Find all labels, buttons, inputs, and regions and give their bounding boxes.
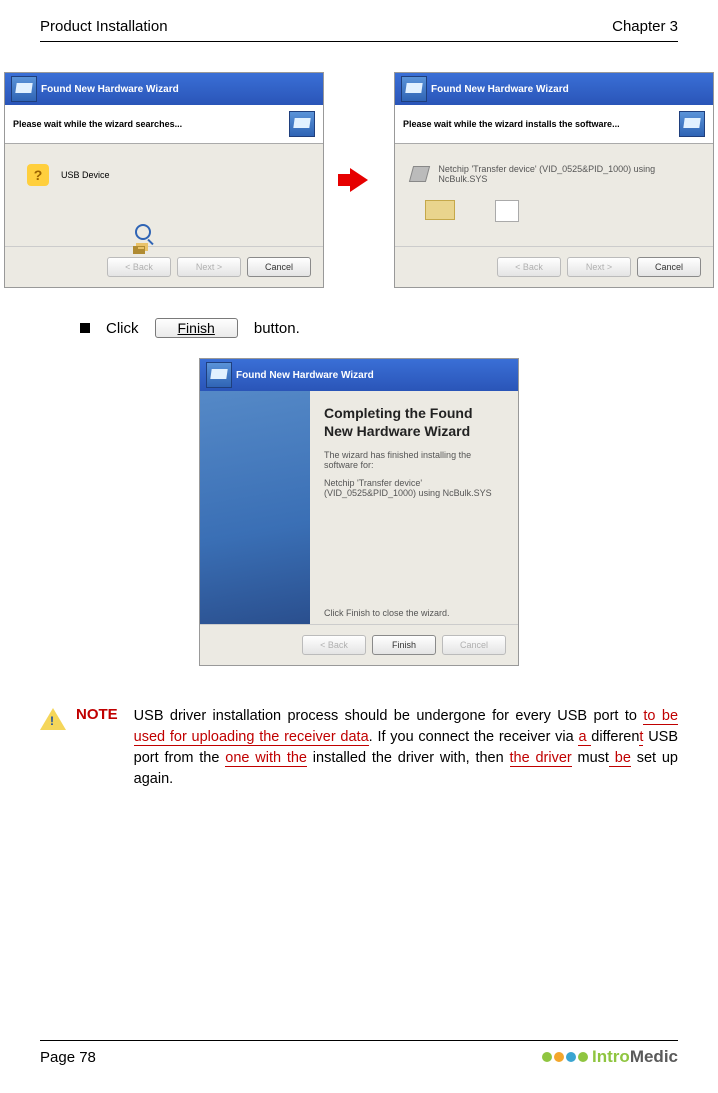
device-icon — [409, 166, 431, 182]
back-button[interactable]: < Back — [302, 635, 366, 655]
titlebar-complete: Found New Hardware Wizard — [200, 359, 518, 391]
warning-icon — [40, 708, 66, 730]
hardware-icon — [289, 111, 315, 137]
complete-device: Netchip 'Transfer device' (VID_0525&PID_… — [324, 478, 504, 498]
header-left: Product Installation — [40, 18, 168, 35]
hardware-icon — [679, 111, 705, 137]
titlebar-install: Found New Hardware Wizard — [395, 73, 713, 105]
subbar-install-text: Please wait while the wizard installs th… — [403, 119, 620, 129]
finish-inline-button[interactable]: Finish — [155, 318, 238, 338]
header-right: Chapter 3 — [612, 18, 678, 35]
next-button[interactable]: Next > — [567, 257, 631, 277]
subbar-search-text: Please wait while the wizard searches... — [13, 119, 182, 129]
progress-dest-icon — [495, 200, 519, 222]
logo-dot-icon — [578, 1052, 588, 1062]
logo-dot-icon — [542, 1052, 552, 1062]
complete-heading: Completing the Found New Hardware Wizard — [324, 405, 504, 440]
cancel-button[interactable]: Cancel — [442, 635, 506, 655]
question-icon: ? — [27, 164, 49, 186]
page-number: Page 78 — [40, 1049, 96, 1066]
titlebar-complete-text: Found New Hardware Wizard — [236, 370, 374, 381]
note-red-4: one with the — [225, 750, 307, 767]
hardware-icon — [11, 76, 37, 102]
wizard-complete-dialog: Found New Hardware Wizard Completing the… — [199, 358, 519, 666]
logo-dot-icon — [554, 1052, 564, 1062]
subbar-search: Please wait while the wizard searches... — [5, 105, 323, 144]
titlebar-search-text: Found New Hardware Wizard — [41, 84, 179, 95]
arrow-right-icon — [350, 168, 368, 192]
logo-text: IntroMedic — [592, 1047, 678, 1067]
note-red-6: be — [609, 750, 631, 767]
search-icon — [135, 224, 155, 248]
wizard-install-dialog: Found New Hardware Wizard Please wait wh… — [394, 72, 714, 288]
wizard-sidebar-art — [200, 391, 310, 624]
intromedic-logo: IntroMedic — [542, 1047, 678, 1067]
finish-button[interactable]: Finish — [372, 635, 436, 655]
usb-device-label: USB Device — [61, 170, 110, 180]
bullet-marker — [80, 323, 90, 333]
next-button[interactable]: Next > — [177, 257, 241, 277]
cancel-button[interactable]: Cancel — [247, 257, 311, 277]
progress-area — [425, 200, 519, 222]
finish-inline-label: Finish — [178, 320, 215, 336]
back-button[interactable]: < Back — [497, 257, 561, 277]
device-name-text: Netchip 'Transfer device' (VID_0525&PID_… — [438, 164, 697, 184]
titlebar-install-text: Found New Hardware Wizard — [431, 84, 569, 95]
wizard-search-dialog: Found New Hardware Wizard Please wait wh… — [4, 72, 324, 288]
hardware-icon — [401, 76, 427, 102]
hardware-icon — [206, 362, 232, 388]
progress-source-icon — [425, 200, 455, 220]
complete-line1: The wizard has finished installing the s… — [324, 450, 504, 470]
button-word: button. — [254, 320, 300, 337]
note-red-5: the driver — [510, 750, 572, 767]
click-word: Click — [106, 320, 139, 337]
note-text: USB driver installation process should b… — [134, 706, 678, 790]
note-label: NOTE — [76, 706, 118, 790]
complete-close-text: Click Finish to close the wizard. — [324, 608, 504, 618]
subbar-install: Please wait while the wizard installs th… — [395, 105, 713, 144]
back-button[interactable]: < Back — [107, 257, 171, 277]
logo-dot-icon — [566, 1052, 576, 1062]
note-red-2: a — [578, 729, 591, 746]
titlebar-search: Found New Hardware Wizard — [5, 73, 323, 105]
cancel-button[interactable]: Cancel — [637, 257, 701, 277]
